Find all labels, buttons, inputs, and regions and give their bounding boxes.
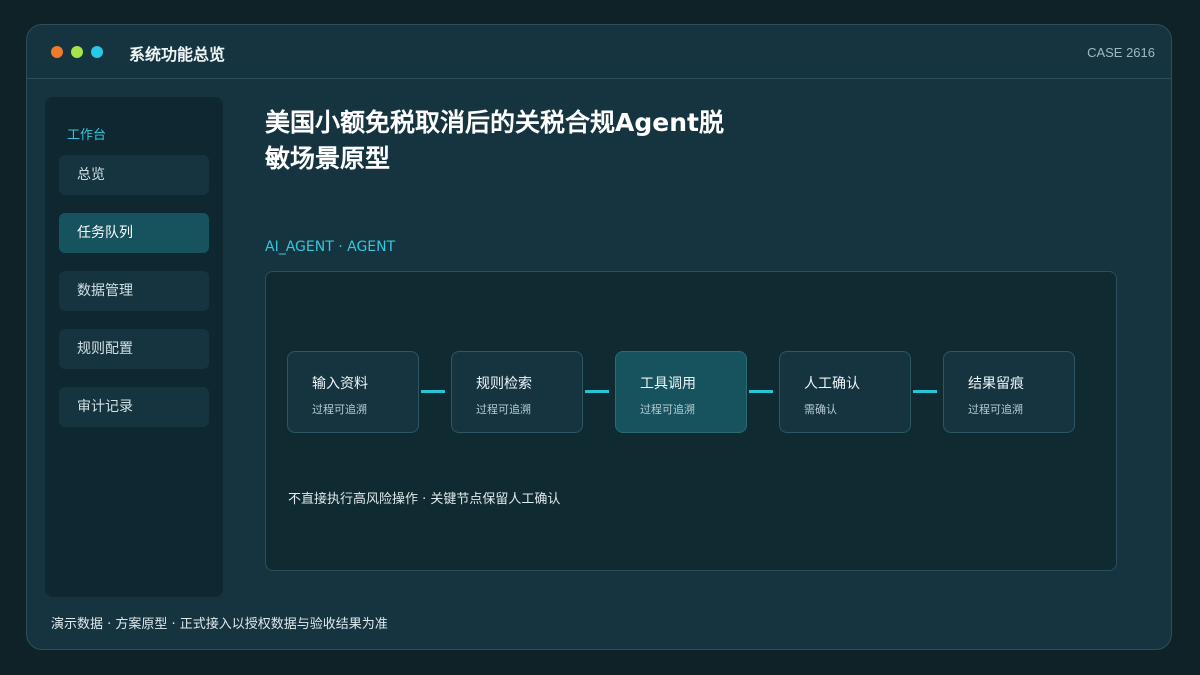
step-title: 输入资料	[312, 376, 368, 392]
step-subtitle: 过程可追溯	[968, 403, 1023, 416]
step-title: 人工确认	[804, 376, 860, 392]
section-label: AI_AGENT · AGENT	[265, 239, 396, 255]
step-connector	[585, 390, 609, 393]
sidebar-item-label: 规则配置	[77, 341, 133, 357]
sidebar-item-label: 任务队列	[77, 225, 133, 241]
step-title: 规则检索	[476, 376, 532, 392]
step-connector	[913, 390, 937, 393]
workflow-note: 不直接执行高风险操作 · 关键节点保留人工确认	[288, 492, 561, 507]
sidebar-item-label: 审计记录	[77, 399, 133, 415]
step-subtitle: 过程可追溯	[476, 403, 531, 416]
sidebar-item-data-management[interactable]: 数据管理	[59, 271, 209, 311]
minimize-window-icon[interactable]	[71, 46, 83, 58]
sidebar-item-task-queue[interactable]: 任务队列	[59, 213, 209, 253]
workflow-panel: 输入资料 过程可追溯 规则检索 过程可追溯 工具调用 过程可追溯 人工确认 需确…	[265, 271, 1117, 571]
sidebar-item-label: 数据管理	[77, 283, 133, 299]
app-window: 系统功能总览 CASE 2616 工作台 总览 任务队列 数据管理 规则配置 审…	[26, 24, 1172, 650]
page-title: 美国小额免税取消后的关税合规Agent脱敏场景原型	[265, 108, 724, 173]
workflow-step-tool-call[interactable]: 工具调用 过程可追溯	[615, 351, 747, 433]
step-title: 工具调用	[640, 376, 696, 392]
workflow-step-rule-search[interactable]: 规则检索 过程可追溯	[451, 351, 583, 433]
step-subtitle: 需确认	[804, 403, 837, 416]
workflow-step-input[interactable]: 输入资料 过程可追溯	[287, 351, 419, 433]
sidebar: 工作台 总览 任务队列 数据管理 规则配置 审计记录	[45, 97, 223, 597]
step-subtitle: 过程可追溯	[312, 403, 367, 416]
maximize-window-icon[interactable]	[91, 46, 103, 58]
sidebar-item-rule-config[interactable]: 规则配置	[59, 329, 209, 369]
step-connector	[749, 390, 773, 393]
workflow-step-result-log[interactable]: 结果留痕 过程可追溯	[943, 351, 1075, 433]
sidebar-heading: 工作台	[67, 128, 107, 143]
step-subtitle: 过程可追溯	[640, 403, 695, 416]
step-title: 结果留痕	[968, 376, 1024, 392]
footer-disclaimer: 演示数据 · 方案原型 · 正式接入以授权数据与验收结果为准	[51, 617, 388, 632]
case-id-label: CASE 2616	[1087, 45, 1155, 60]
sidebar-item-label: 总览	[77, 167, 105, 183]
title-bar: 系统功能总览 CASE 2616	[27, 25, 1171, 79]
close-window-icon[interactable]	[51, 46, 63, 58]
app-title: 系统功能总览	[129, 45, 226, 64]
step-connector	[421, 390, 445, 393]
sidebar-item-audit-log[interactable]: 审计记录	[59, 387, 209, 427]
workflow-step-human-confirm[interactable]: 人工确认 需确认	[779, 351, 911, 433]
sidebar-item-overview[interactable]: 总览	[59, 155, 209, 195]
